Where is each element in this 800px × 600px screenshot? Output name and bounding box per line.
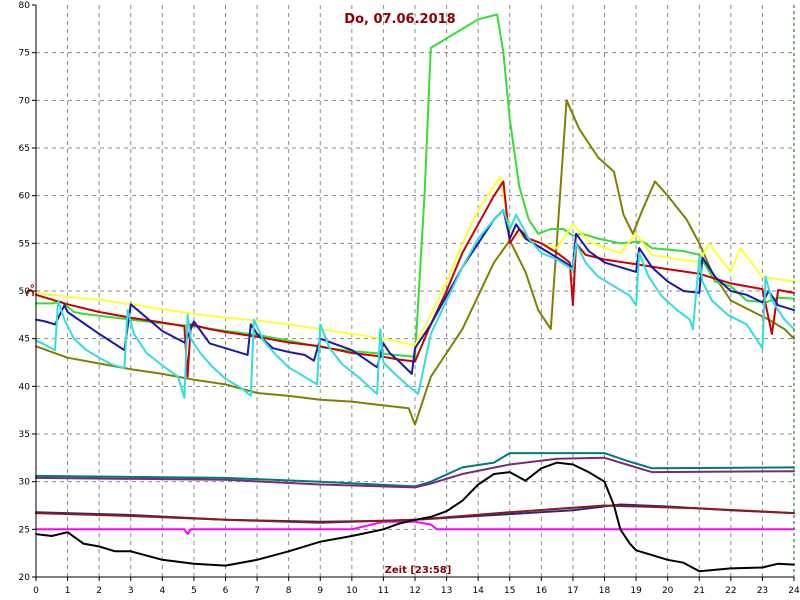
x-tick-label: 8 xyxy=(286,586,292,596)
y-axis-label: °C xyxy=(23,283,36,297)
x-tick-label: 11 xyxy=(378,586,389,596)
y-tick-label: 60 xyxy=(19,192,31,202)
x-tick-label: 12 xyxy=(409,586,420,596)
y-tick-label: 75 xyxy=(19,49,30,59)
x-tick-label: 3 xyxy=(128,586,134,596)
y-tick-label: 30 xyxy=(19,478,31,488)
x-tick-label: 14 xyxy=(472,586,484,596)
y-tick-label: 20 xyxy=(19,573,31,583)
x-tick-label: 4 xyxy=(159,586,165,596)
x-tick-label: 22 xyxy=(725,586,736,596)
x-tick-label: 5 xyxy=(191,586,197,596)
x-tick-label: 21 xyxy=(694,586,705,596)
y-tick-label: 65 xyxy=(19,144,30,154)
x-tick-label: 20 xyxy=(662,586,674,596)
y-tick-label: 70 xyxy=(19,96,31,106)
y-tick-label: 55 xyxy=(19,239,30,249)
y-tick-label: 80 xyxy=(19,1,31,11)
y-tick-label: 35 xyxy=(19,430,30,440)
y-tick-label: 40 xyxy=(19,382,31,392)
x-tick-label: 0 xyxy=(33,586,39,596)
chart-title: Do, 07.06.2018 xyxy=(344,12,455,27)
x-tick-label: 18 xyxy=(599,586,611,596)
x-tick-label: 23 xyxy=(757,586,768,596)
x-axis-label: Zeit [23:58] xyxy=(385,565,452,576)
y-tick-label: 25 xyxy=(19,525,30,535)
x-tick-label: 15 xyxy=(504,586,515,596)
chart-background xyxy=(0,0,800,600)
x-tick-label: 9 xyxy=(317,586,323,596)
temperature-chart: 0 1 2 3 4 5 6 7 8 9 10 11 12 13 14 15 16 17 18 19 20 21 22 23 24… xyxy=(0,0,800,600)
x-tick-label: 10 xyxy=(346,586,358,596)
x-tick-label: 13 xyxy=(441,586,452,596)
x-tick-label: 16 xyxy=(536,586,548,596)
x-tick-label: 17 xyxy=(567,586,578,596)
x-tick-label: 7 xyxy=(254,586,260,596)
y-tick-label: 45 xyxy=(19,335,30,345)
x-tick-label: 6 xyxy=(223,586,229,596)
x-tick-label: 1 xyxy=(65,586,71,596)
x-tick-label: 2 xyxy=(96,586,102,596)
x-tick-label: 19 xyxy=(630,586,642,596)
x-tick-label: 24 xyxy=(788,586,800,596)
